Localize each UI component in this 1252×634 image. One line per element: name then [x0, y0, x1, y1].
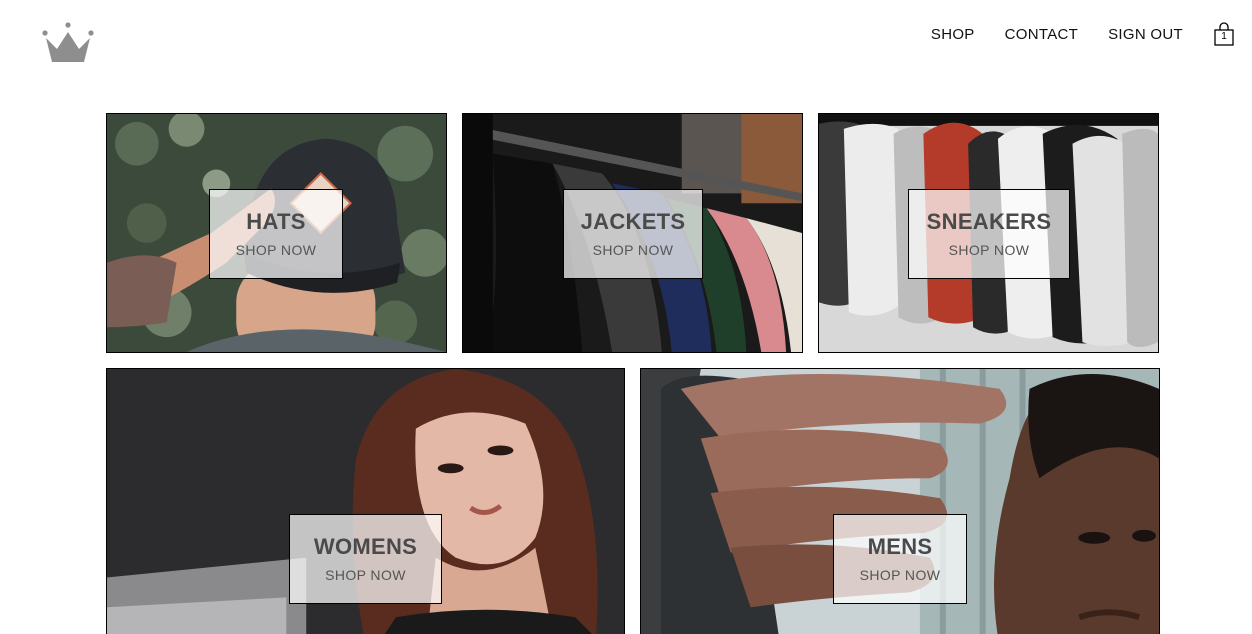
category-tile-sneakers[interactable]: SNEAKERS SHOP NOW — [818, 113, 1159, 353]
hats-label[interactable]: HATS SHOP NOW — [209, 189, 343, 279]
page: SHOP CONTACT SIGN OUT 1 HATS SHOP NOW JA… — [0, 0, 1252, 634]
womens-shop-now: SHOP NOW — [325, 567, 406, 583]
nav-shop-link[interactable]: SHOP — [931, 22, 975, 48]
sneakers-title: SNEAKERS — [926, 209, 1052, 234]
sneakers-label[interactable]: SNEAKERS SHOP NOW — [908, 189, 1070, 279]
jackets-label[interactable]: JACKETS SHOP NOW — [563, 189, 703, 279]
mens-title: MENS — [867, 534, 933, 559]
category-tile-mens[interactable]: MENS SHOP NOW — [640, 368, 1160, 634]
jackets-title: JACKETS — [580, 209, 686, 234]
hats-title: HATS — [246, 209, 306, 234]
nav-sign-out-link[interactable]: SIGN OUT — [1108, 22, 1183, 48]
hats-shop-now: SHOP NOW — [235, 242, 317, 258]
category-tile-jackets[interactable]: JACKETS SHOP NOW — [462, 113, 803, 353]
mens-shop-now: SHOP NOW — [859, 567, 941, 583]
category-tile-hats[interactable]: HATS SHOP NOW — [106, 113, 447, 353]
cart-count: 1 — [1221, 31, 1227, 42]
mens-label[interactable]: MENS SHOP NOW — [833, 514, 967, 604]
sneakers-shop-now: SHOP NOW — [948, 242, 1030, 258]
nav-contact-link[interactable]: CONTACT — [1005, 22, 1078, 48]
jackets-shop-now: SHOP NOW — [592, 242, 674, 258]
category-tile-womens[interactable]: WOMENS SHOP NOW — [106, 368, 625, 634]
crown-logo-icon[interactable] — [42, 22, 94, 64]
cart-button[interactable]: 1 — [1213, 22, 1235, 48]
main-nav: SHOP CONTACT SIGN OUT 1 — [931, 22, 1238, 48]
womens-title: WOMENS — [313, 534, 418, 559]
womens-label[interactable]: WOMENS SHOP NOW — [289, 514, 442, 604]
